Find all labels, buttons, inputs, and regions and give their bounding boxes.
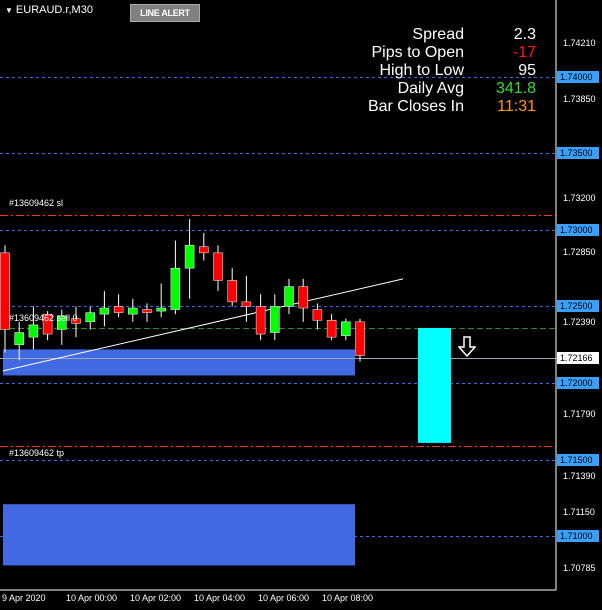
time-label: 10 Apr 00:00	[66, 593, 118, 603]
candle-body	[255, 306, 266, 335]
line-alert-button[interactable]: LINE ALERT	[130, 4, 200, 22]
symbol-label: EURAUD.r,M30	[15, 4, 93, 16]
info-value: 2.3	[513, 26, 536, 43]
info-row: Pips to Open -17	[368, 44, 537, 62]
time-label: 10 Apr 02:00	[130, 593, 182, 603]
info-value: 95	[518, 62, 536, 79]
info-row: High to Low 95	[368, 62, 537, 80]
level-price-tag: 1.73500	[557, 147, 599, 160]
candle-body	[142, 309, 152, 313]
candle-body	[128, 307, 138, 315]
candle-body	[14, 332, 24, 346]
projection-layer	[418, 327, 451, 443]
info-label: Bar Closes In	[367, 98, 464, 115]
current-price-tag: 1.72166	[557, 351, 599, 364]
projection-bar	[418, 327, 451, 443]
candle-body	[284, 286, 294, 307]
time-label: 9 Apr 2020	[2, 593, 46, 603]
candle-body	[184, 244, 195, 269]
down-arrow-icon[interactable]	[458, 336, 476, 358]
candle-body	[99, 307, 110, 315]
candle-body	[113, 306, 124, 313]
level-price-tag: 1.71500	[557, 453, 599, 466]
candle-body	[199, 246, 209, 254]
info-label: High to Low	[379, 62, 465, 79]
info-value: 341.8	[495, 80, 536, 97]
candle-body	[241, 301, 252, 307]
level-price-tag: 1.74000	[557, 70, 599, 83]
candle-body	[312, 309, 323, 321]
time-label: 10 Apr 06:00	[258, 593, 310, 603]
info-panel: Spread 2.3 Pips to Open -17 High to Low 95 Dai…	[368, 26, 536, 116]
time-label: 10 Apr 08:00	[322, 593, 374, 603]
candle-body	[156, 307, 166, 312]
info-label: Spread	[412, 26, 464, 43]
info-row: Spread 2.3	[368, 26, 536, 44]
time-label: 10 Apr 04:00	[194, 593, 246, 603]
dropdown-caret-icon[interactable]: ▼	[5, 6, 13, 15]
tp-order-label: #13609462 tp	[9, 448, 65, 458]
candle-body	[326, 320, 337, 338]
candlestick-series	[0, 219, 365, 362]
candle-body	[170, 267, 181, 310]
info-value: -17	[512, 44, 536, 61]
candle-body	[227, 280, 237, 303]
zone-rect	[3, 349, 355, 376]
symbol-title: ▼ EURAUD.r,M30	[5, 4, 93, 16]
price-tick-label: 1.71150	[563, 507, 595, 518]
candle-body	[28, 324, 39, 338]
candle-body	[298, 286, 308, 309]
price-tick-label: 1.71790	[563, 409, 596, 420]
candle-body	[270, 306, 280, 333]
info-row: Bar Closes In 11:31	[368, 98, 536, 116]
level-price-tag: 1.72500	[557, 300, 599, 313]
price-tick-label: 1.73200	[563, 193, 596, 204]
info-label: Daily Avg	[397, 80, 464, 97]
info-row: Daily Avg 341.8	[368, 80, 536, 98]
level-price-tag: 1.72000	[557, 377, 599, 390]
info-value: 11:31	[497, 98, 536, 115]
price-tick-label: 1.72390	[563, 317, 596, 328]
candle-body	[213, 252, 223, 281]
sl-order-label: #13609462 sl	[9, 198, 64, 208]
candle-body	[355, 321, 365, 356]
sell-order-label: #13609462 sell 0	[9, 313, 78, 323]
level-price-tag: 1.71000	[557, 530, 599, 543]
candle-body	[341, 321, 351, 336]
price-tick-label: 1.74210	[563, 38, 596, 49]
price-tick-label: 1.73850	[563, 93, 596, 104]
info-label: Pips to Open	[371, 44, 465, 61]
candle-body	[85, 312, 95, 323]
level-price-tag: 1.73000	[557, 223, 599, 236]
price-tick-label: 1.70785	[563, 563, 596, 574]
price-tick-label: 1.71390	[563, 470, 596, 481]
price-tick-label: 1.72850	[563, 246, 596, 257]
zone-rect	[3, 504, 355, 566]
